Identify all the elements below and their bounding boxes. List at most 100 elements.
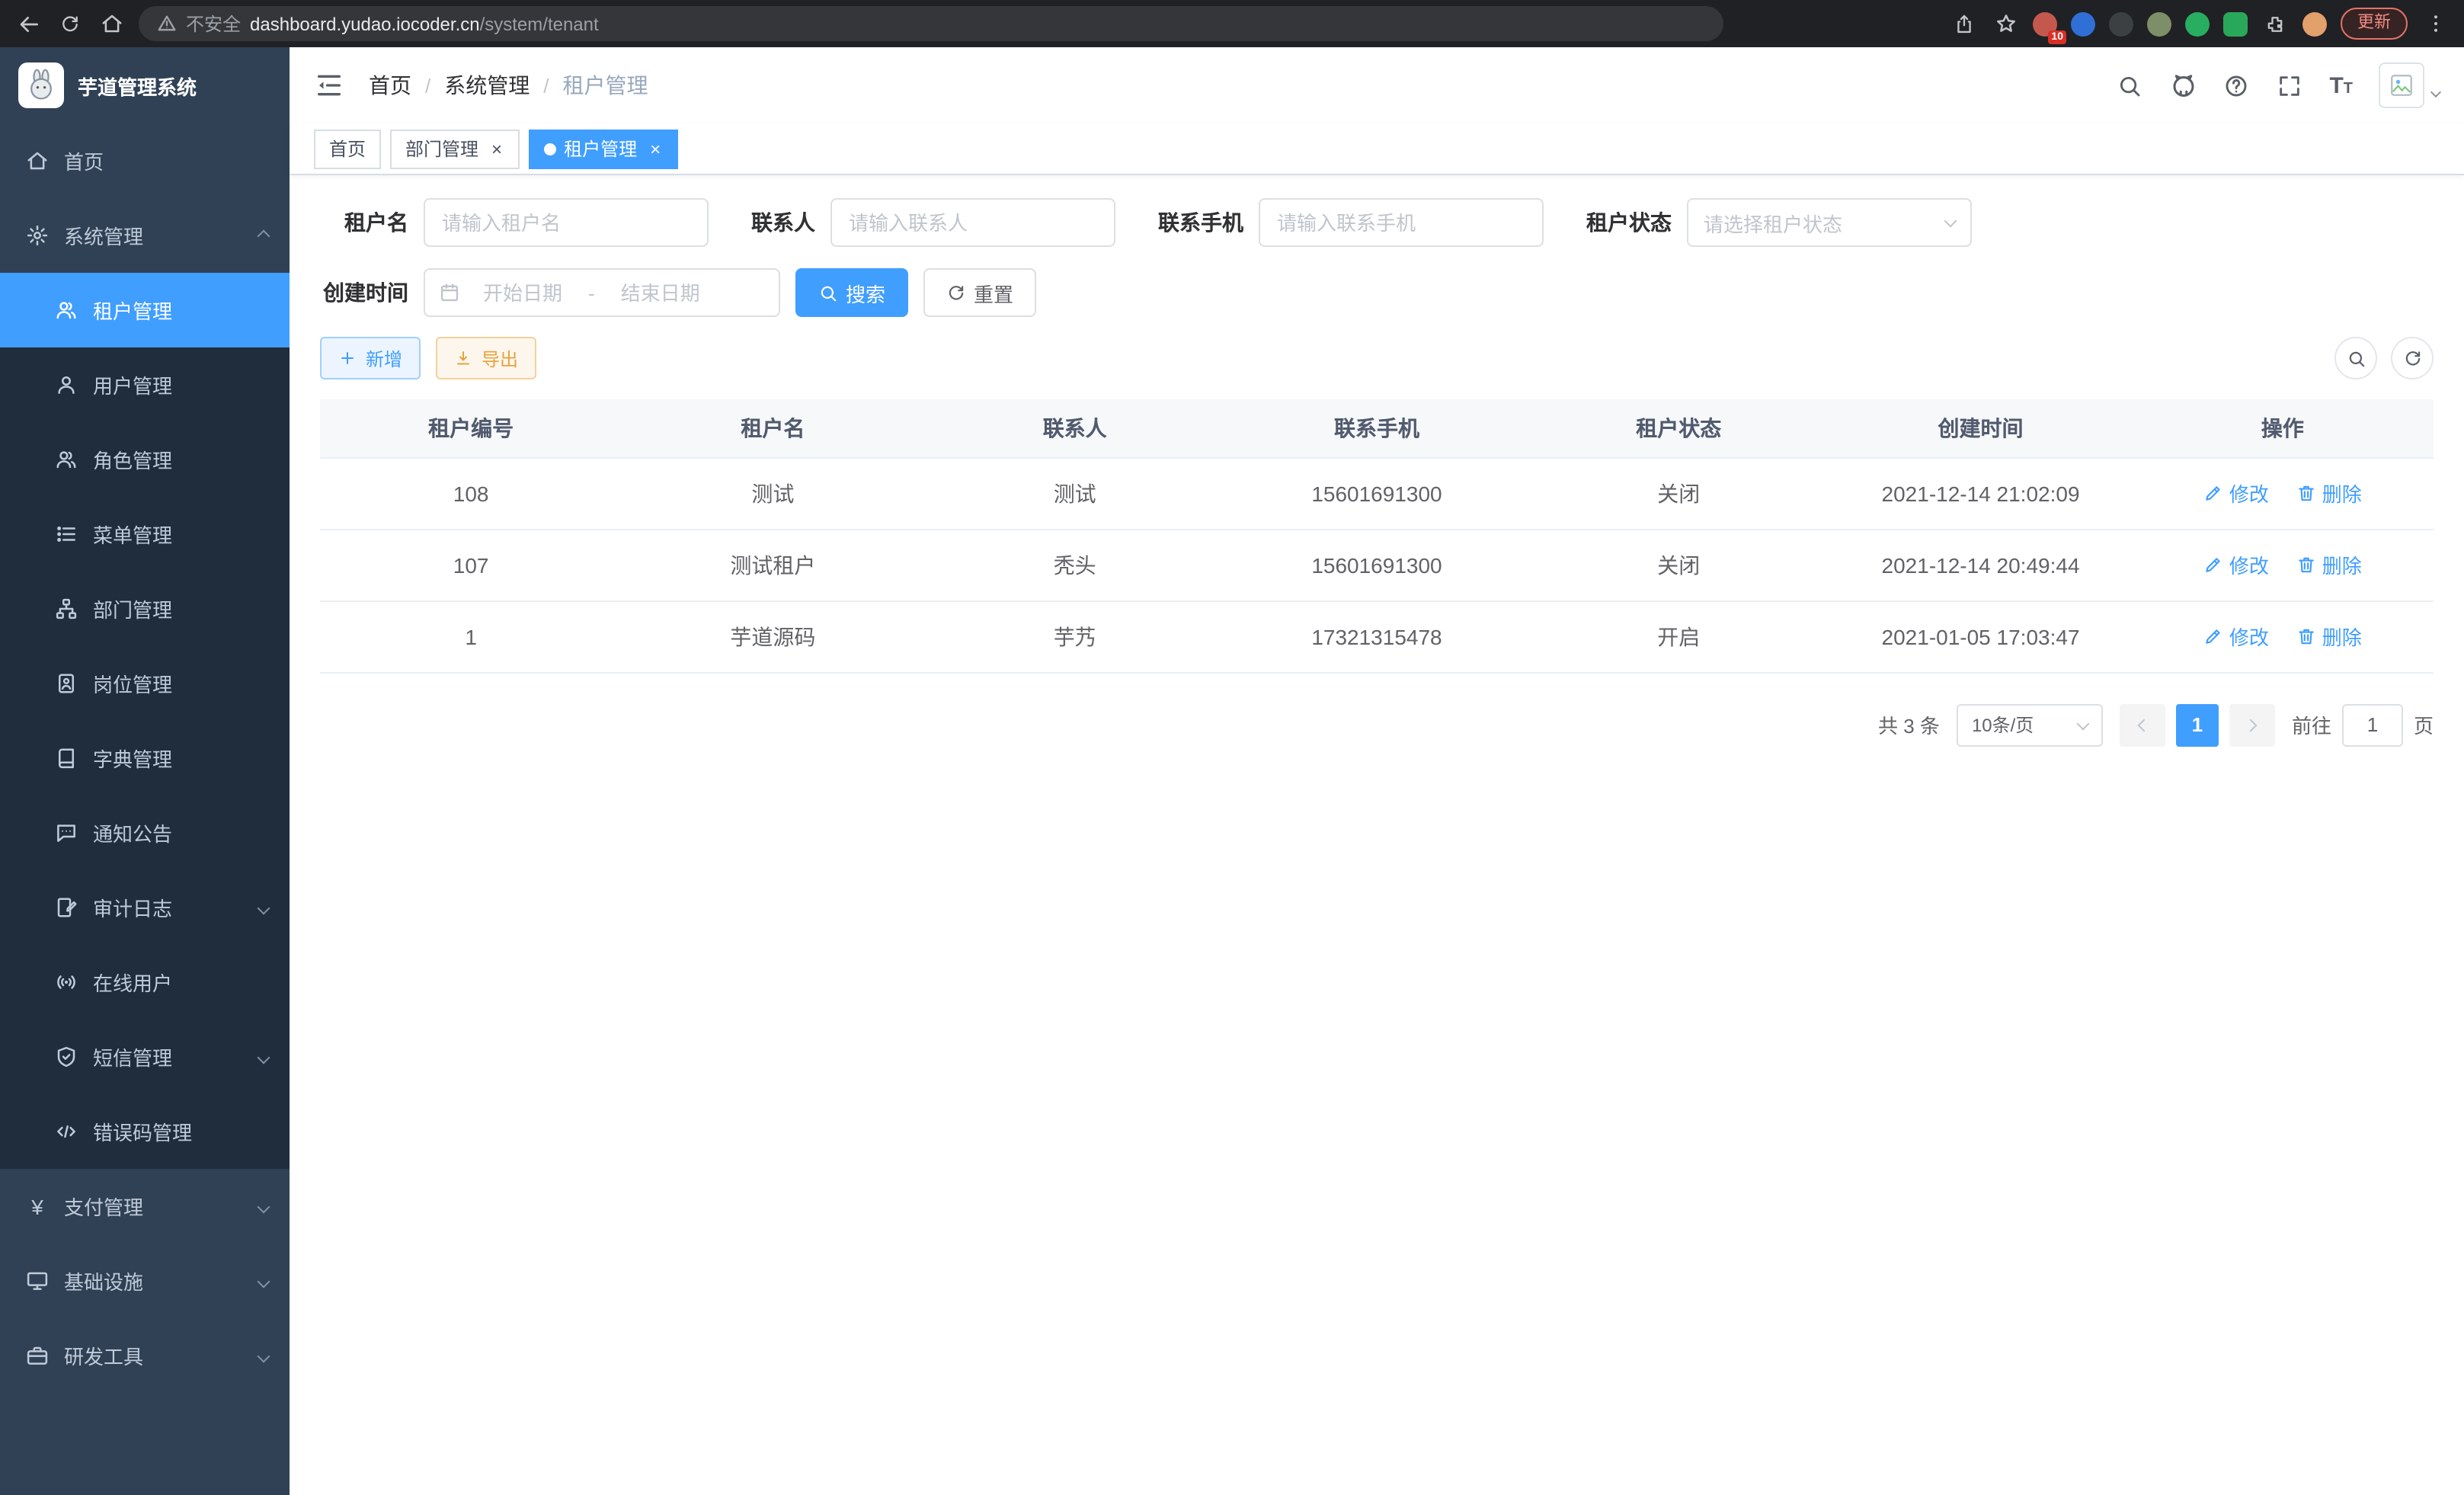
breadcrumb-separator: / <box>543 74 549 97</box>
sidebar-item-post-management[interactable]: 岗位管理 <box>0 646 290 721</box>
refresh-table-button[interactable] <box>2391 337 2434 379</box>
sidebar-item-infrastructure[interactable]: 基础设施 <box>0 1244 290 1318</box>
shield-icon <box>55 1045 78 1068</box>
tab-dept-management[interactable]: 部门管理 × <box>390 129 520 168</box>
browser-menu-kebab-icon[interactable] <box>2421 10 2449 37</box>
add-button-label: 新增 <box>366 345 402 371</box>
breadcrumb-system-management[interactable]: 系统管理 <box>444 70 530 101</box>
sidebar-item-label: 基础设施 <box>64 1266 143 1295</box>
phone-label: 联系手机 <box>1158 207 1243 238</box>
bookmark-star-icon[interactable] <box>1992 10 2019 37</box>
fullscreen-icon[interactable] <box>2276 72 2303 99</box>
back-icon[interactable] <box>15 10 43 37</box>
end-date-input[interactable] <box>604 281 717 304</box>
home-browser-icon[interactable] <box>98 10 125 37</box>
cell-actions: 修改 删除 <box>2132 529 2434 600</box>
top-navbar: 首页 / 系统管理 / 租户管理 TT <box>290 47 2464 123</box>
close-icon[interactable]: × <box>645 138 666 159</box>
col-tenant-id: 租户编号 <box>320 399 622 457</box>
sidebar-item-label: 研发工具 <box>64 1341 143 1370</box>
extension-icon[interactable] <box>2223 11 2248 36</box>
cell-phone: 17321315478 <box>1226 600 1528 672</box>
org-tree-icon <box>55 597 78 620</box>
filter-row-2: 创建时间 - 搜索 重置 <box>320 268 2434 317</box>
extension-icon[interactable] <box>2185 11 2210 36</box>
chevron-left-icon <box>2137 719 2150 731</box>
contact-input[interactable] <box>830 198 1115 247</box>
sidebar-item-pay-management[interactable]: ¥ 支付管理 <box>0 1169 290 1244</box>
add-button[interactable]: 新增 <box>320 337 421 379</box>
export-button[interactable]: 导出 <box>436 337 536 379</box>
next-page-button[interactable] <box>2229 703 2275 746</box>
sidebar-item-dict-management[interactable]: 字典管理 <box>0 721 290 796</box>
sidebar-item-system-management[interactable]: 系统管理 <box>0 198 290 273</box>
edit-link[interactable]: 修改 <box>2203 479 2269 507</box>
sidebar-item-role-management[interactable]: 角色管理 <box>0 422 290 497</box>
sidebar-item-tenant-management[interactable]: 租户管理 <box>0 273 290 347</box>
page-number-button[interactable]: 1 <box>2176 703 2219 746</box>
search-button[interactable]: 搜索 <box>795 268 908 317</box>
phone-input[interactable] <box>1259 198 1544 247</box>
chevron-down-icon <box>258 1275 270 1288</box>
help-icon[interactable] <box>2222 72 2250 99</box>
yen-icon: ¥ <box>26 1195 49 1218</box>
breadcrumb-home[interactable]: 首页 <box>369 70 411 101</box>
filter-row-1: 租户名 联系人 联系手机 租户状态 请选择租户状态 <box>320 198 2434 247</box>
close-icon[interactable]: × <box>486 138 507 159</box>
cell-phone: 15601691300 <box>1226 457 1528 529</box>
address-bar[interactable]: 不安全 dashboard.yudao.iocoder.cn/system/te… <box>139 6 1723 41</box>
edit-link[interactable]: 修改 <box>2203 550 2269 579</box>
font-size-icon[interactable]: TT <box>2329 72 2353 98</box>
sidebar-item-user-management[interactable]: 用户管理 <box>0 347 290 422</box>
sidebar-item-notice[interactable]: 通知公告 <box>0 796 290 870</box>
edit-link[interactable]: 修改 <box>2203 622 2269 651</box>
delete-label: 删除 <box>2322 550 2362 579</box>
reset-button[interactable]: 重置 <box>923 268 1036 317</box>
extensions-puzzle-icon[interactable] <box>2261 10 2289 37</box>
share-icon[interactable] <box>1950 10 1978 37</box>
sidebar-item-sms-management[interactable]: 短信管理 <box>0 1020 290 1094</box>
page-size-select[interactable]: 10条/页 <box>1957 703 2103 746</box>
user-avatar-menu[interactable] <box>2379 62 2440 108</box>
sidebar-item-label: 在线用户 <box>93 968 172 997</box>
app-logo[interactable]: 芋道管理系统 <box>0 47 290 123</box>
browser-update-button[interactable]: 更新 <box>2341 8 2408 40</box>
sidebar-item-menu-management[interactable]: 菜单管理 <box>0 497 290 571</box>
chevron-down-icon <box>1944 215 1957 228</box>
tab-home[interactable]: 首页 <box>314 129 381 168</box>
reload-icon[interactable] <box>56 10 84 37</box>
sidebar-item-error-code[interactable]: 错误码管理 <box>0 1094 290 1169</box>
extension-icon[interactable]: 10 <box>2033 11 2057 36</box>
tab-tenant-management[interactable]: 租户管理 × <box>529 129 678 168</box>
sidebar-item-dept-management[interactable]: 部门管理 <box>0 571 290 646</box>
plus-icon <box>338 348 358 368</box>
delete-link[interactable]: 删除 <box>2296 622 2362 651</box>
toggle-search-button[interactable] <box>2334 337 2377 379</box>
sidebar-item-dev-tools[interactable]: 研发工具 <box>0 1318 290 1393</box>
delete-link[interactable]: 删除 <box>2296 479 2362 507</box>
sidebar-item-label: 部门管理 <box>93 594 172 623</box>
extension-icon[interactable] <box>2071 11 2095 36</box>
tenant-name-input[interactable] <box>424 198 709 247</box>
goto-page-input[interactable] <box>2342 703 2403 746</box>
search-icon[interactable] <box>2116 72 2143 99</box>
chevron-up-icon <box>258 229 270 242</box>
date-range-picker[interactable]: - <box>424 268 780 317</box>
status-select[interactable]: 请选择租户状态 <box>1687 198 1972 247</box>
sidebar-item-label: 审计日志 <box>93 893 172 922</box>
sidebar-item-online-users[interactable]: 在线用户 <box>0 945 290 1020</box>
sidebar-item-home[interactable]: 首页 <box>0 123 290 198</box>
sidebar-item-audit-log[interactable]: 审计日志 <box>0 870 290 945</box>
tab-label: 租户管理 <box>564 136 637 162</box>
search-button-label: 搜索 <box>846 278 885 307</box>
user-icon <box>55 373 78 396</box>
prev-page-button[interactable] <box>2120 703 2165 746</box>
sidebar-fold-icon[interactable] <box>314 70 344 101</box>
profile-avatar[interactable] <box>2302 11 2327 36</box>
start-date-input[interactable] <box>466 281 579 304</box>
delete-link[interactable]: 删除 <box>2296 550 2362 579</box>
extension-icon[interactable] <box>2109 11 2133 36</box>
extension-icon[interactable] <box>2147 11 2171 36</box>
cell-created: 2021-12-14 21:02:09 <box>1829 457 2131 529</box>
github-icon[interactable] <box>2169 72 2197 99</box>
